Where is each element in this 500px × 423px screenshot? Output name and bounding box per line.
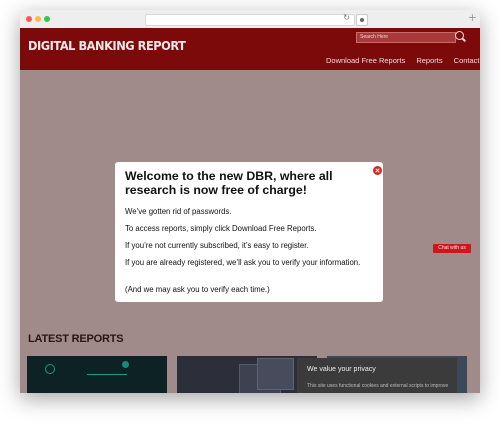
privacy-text[interactable]: This site uses functional cookies and ex… (307, 381, 457, 393)
modal-paragraph: We’ve gotten rid of passwords. (125, 207, 232, 216)
window-zoom-dot[interactable] (44, 16, 50, 22)
site-header: DIGITAL BANKING REPORT Search Here Downl… (20, 28, 480, 72)
report-card[interactable] (177, 356, 317, 393)
modal-paragraph: (And we may ask you to verify each time.… (125, 285, 270, 294)
nav-item-reports[interactable]: Reports (416, 56, 442, 65)
site-logo[interactable]: DIGITAL BANKING REPORT (28, 39, 186, 53)
chat-button[interactable]: Chat with us (433, 244, 471, 253)
report-thumbnail-graphic (87, 374, 127, 375)
browser-toolbar: ↻ + (20, 10, 480, 29)
search-input[interactable]: Search Here (356, 32, 456, 43)
browser-window: ↻ + DIGITAL BANKING REPORT Search Here D… (20, 10, 480, 393)
welcome-modal: Welcome to the new DBR, where all resear… (115, 162, 383, 302)
search-icon[interactable] (455, 31, 464, 40)
close-icon[interactable] (373, 166, 382, 175)
latest-reports-heading: LATEST REPORTS (28, 333, 124, 345)
nav-item-download-free-reports[interactable]: Download Free Reports (326, 56, 405, 65)
modal-title: Welcome to the new DBR, where all resear… (125, 169, 333, 197)
window-minimize-dot[interactable] (35, 16, 41, 22)
privacy-title: We value your privacy (307, 366, 376, 373)
new-tab-icon[interactable] (356, 14, 368, 26)
modal-paragraph: If you are already registered, we’ll ask… (125, 258, 361, 267)
add-tab-icon[interactable]: + (468, 11, 477, 24)
nav-item-contact[interactable]: Contact (454, 56, 480, 65)
address-bar[interactable]: ↻ (145, 13, 355, 26)
report-card[interactable] (27, 356, 167, 393)
report-thumbnail-graphic (257, 358, 294, 390)
window-close-dot[interactable] (26, 16, 32, 22)
report-thumbnail-graphic (122, 361, 129, 368)
modal-paragraph: To access reports, simply click Download… (125, 224, 317, 233)
modal-paragraph: If you’re not currently subscribed, it’s… (125, 241, 309, 250)
main-nav: Download Free Reports Reports Contact (326, 56, 480, 65)
report-thumbnail-graphic (45, 364, 55, 374)
reload-icon[interactable]: ↻ (343, 13, 350, 22)
privacy-banner: We value your privacy This site uses fun… (297, 358, 457, 393)
